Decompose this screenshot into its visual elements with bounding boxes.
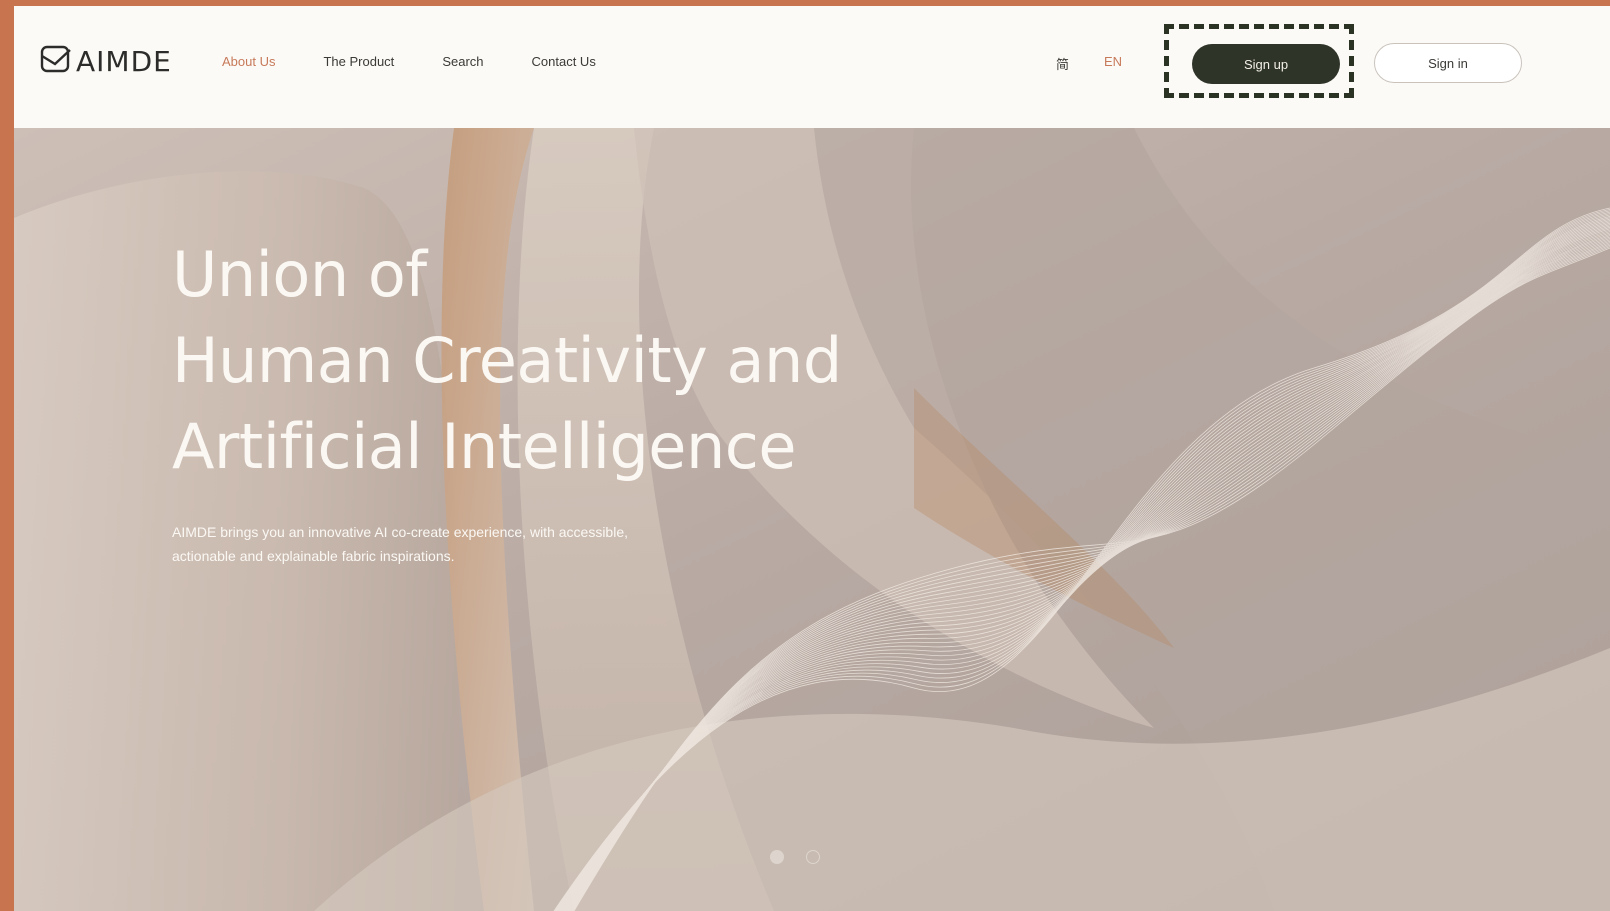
hero-title-line-1: Union of — [172, 238, 427, 311]
logo[interactable]: AIMDE — [40, 44, 172, 79]
hero-title-line-3: Artificial Intelligence — [172, 410, 796, 483]
hero-title: Union of Human Creativity and Artificial… — [172, 232, 842, 490]
logo-text: AIMDE — [76, 45, 172, 78]
nav-the-product[interactable]: The Product — [323, 54, 394, 69]
carousel-dot-2[interactable] — [806, 850, 820, 864]
carousel-dots — [770, 850, 820, 864]
hero-title-line-2: Human Creativity and — [172, 324, 842, 397]
sign-in-button[interactable]: Sign in — [1374, 43, 1522, 83]
lang-zh-toggle[interactable]: 简 — [1056, 54, 1069, 73]
main-nav: About Us The Product Search Contact Us — [222, 54, 644, 69]
nav-about-us[interactable]: About Us — [222, 54, 275, 69]
nav-search[interactable]: Search — [442, 54, 483, 69]
page-frame: AIMDE About Us The Product Search Contac… — [14, 6, 1610, 911]
logo-icon — [40, 44, 72, 79]
hero-section: Union of Human Creativity and Artificial… — [14, 128, 1610, 911]
site-header: AIMDE About Us The Product Search Contac… — [14, 6, 1610, 128]
nav-contact-us[interactable]: Contact Us — [532, 54, 596, 69]
carousel-dot-1[interactable] — [770, 850, 784, 864]
sign-up-button[interactable]: Sign up — [1192, 44, 1340, 84]
lang-en-toggle[interactable]: EN — [1104, 54, 1122, 69]
hero-description: AIMDE brings you an innovative AI co-cre… — [172, 524, 629, 564]
